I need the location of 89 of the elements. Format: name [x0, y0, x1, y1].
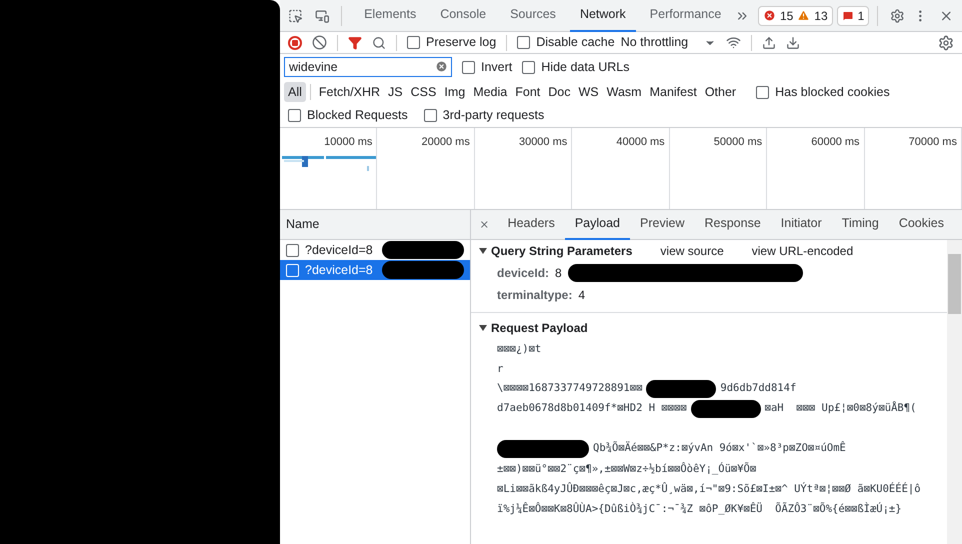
- blocked-cookies-checkbox[interactable]: Has blocked cookies: [756, 82, 890, 102]
- row-checkbox[interactable]: [286, 244, 299, 256]
- request-row[interactable]: ?deviceId=8: [280, 260, 470, 280]
- type-filter[interactable]: JS: [384, 82, 407, 102]
- invert-checkbox[interactable]: Invert: [462, 58, 512, 76]
- device-toolbar-icon[interactable]: [314, 8, 330, 24]
- type-filter[interactable]: Wasm: [602, 82, 646, 102]
- filter-icon[interactable]: [348, 36, 362, 50]
- checkbox[interactable]: [517, 36, 530, 49]
- redaction-mark: [690, 400, 761, 418]
- request-name: ?deviceId=8: [305, 262, 373, 279]
- time-tick-label: 30000 ms: [518, 136, 568, 148]
- filter-field[interactable]: widevine: [284, 57, 452, 77]
- type-filter[interactable]: Manifest: [646, 82, 701, 102]
- payload-line: ⊠aH ⊠⊠⊠ Up£¦⊠0⊠8ý⊠üÅB¶(: [764, 401, 916, 416]
- preserve-log-checkbox[interactable]: Preserve log: [407, 33, 496, 52]
- section-header[interactable]: Query String Parameters: [479, 242, 632, 260]
- throttling-dropdown[interactable]: No throttling: [620, 33, 716, 52]
- type-filter[interactable]: Media: [469, 82, 512, 102]
- time-tick-label: 50000 ms: [714, 136, 762, 148]
- detail-tab[interactable]: Headers: [498, 210, 565, 240]
- param-key: deviceId:: [497, 264, 550, 282]
- detail-tab[interactable]: Cookies: [888, 210, 954, 240]
- search-icon[interactable]: [372, 36, 386, 50]
- warning-icon: [797, 9, 810, 22]
- devtools-tab[interactable]: Elements: [354, 0, 426, 32]
- time-tick-label: 20000 ms: [422, 136, 470, 148]
- type-filter[interactable]: CSS: [406, 82, 440, 102]
- payload-line: ⊠Li⊠⊠ãkß4yJÛÐ⊠⊠⊠êç⊠J⊠c,æç*Û¸wä⊠,í¬"⊠9:Sõ£⊠I±⊠^ UÝtª⊠¦⊠⊠Ø ã⊠KU0ÉÉÉ|ô: [497, 481, 921, 497]
- devtools-tab[interactable]: Console: [430, 0, 496, 32]
- inspect-icon[interactable]: [288, 8, 303, 24]
- redaction-mark: [646, 380, 716, 398]
- detail-tab[interactable]: Response: [694, 210, 771, 240]
- type-filter[interactable]: Font: [511, 82, 544, 102]
- request-row[interactable]: ?deviceId=8: [280, 240, 470, 260]
- param-value: 8: [555, 265, 562, 282]
- type-filter[interactable]: Doc: [544, 82, 574, 102]
- hide-data-urls-checkbox[interactable]: Hide data URLs: [522, 58, 630, 76]
- param-value: 4: [578, 287, 586, 304]
- detail-tab[interactable]: Preview: [630, 210, 694, 240]
- type-filter[interactable]: Other: [700, 82, 740, 102]
- payload-line: ⊠⊠⊠¿)⊠t: [497, 342, 542, 357]
- detail-tab[interactable]: Timing: [832, 210, 889, 240]
- devtools-tab[interactable]: Sources: [500, 0, 566, 32]
- time-tick-label: 40000 ms: [616, 136, 665, 148]
- param-key: terminaltype:: [497, 286, 572, 304]
- type-filter[interactable]: WS: [574, 82, 603, 102]
- checkbox[interactable]: [462, 60, 475, 74]
- record-button[interactable]: [288, 36, 302, 50]
- issues-badge[interactable]: 1: [836, 6, 870, 26]
- error-icon: [762, 9, 776, 22]
- download-icon[interactable]: [786, 36, 800, 50]
- detail-tab[interactable]: Payload: [564, 210, 630, 240]
- issues-counter[interactable]: 15 13: [758, 6, 833, 26]
- upload-icon[interactable]: [762, 36, 776, 50]
- settings-icon[interactable]: [890, 8, 905, 24]
- type-filter[interactable]: All: [284, 82, 306, 102]
- checkbox[interactable]: [522, 60, 536, 74]
- payload-line: 9d6db7dd814f: [720, 381, 796, 396]
- settings-icon[interactable]: [938, 34, 954, 50]
- detail-tab[interactable]: Initiator: [770, 210, 832, 240]
- devtools-tab[interactable]: Performance: [640, 0, 732, 32]
- time-tick-label: 60000 ms: [811, 136, 860, 148]
- section-header[interactable]: Request Payload: [471, 317, 588, 339]
- column-header[interactable]: Name: [280, 210, 470, 240]
- request-filter-checkbox[interactable]: Blocked Requests: [288, 106, 408, 125]
- view-link[interactable]: view URL-encoded: [752, 242, 854, 260]
- devtools-tab[interactable]: Network: [570, 0, 636, 32]
- view-link[interactable]: view source: [660, 242, 724, 260]
- type-filter[interactable]: Img: [440, 82, 470, 102]
- request-filter-checkbox[interactable]: 3rd-party requests: [424, 106, 544, 125]
- time-tick-label: 70000 ms: [908, 136, 957, 148]
- payload-line: ï%j¼Ê⊠Ô⊠⊠K⊠8ÛÙA>{DûßiÒ¾jC¯:¬¯¾Z ⊠ôP_ØK¥⊠ÊÜ ÕÃZÔ3¨⊠Õ%{é⊠⊠ßÌæÚ¡±}: [497, 501, 902, 517]
- message-icon: [842, 10, 854, 22]
- payload-line: ±⊠⊠)⊠⊠ü°⊠⊠2¨ç⊠¶»,±⊠⊠W⊠z÷½bí⊠⊠ÔòêY¡_Óü⊠¥Õ⊠: [497, 461, 756, 477]
- checkbox[interactable]: [288, 109, 301, 122]
- time-tick-label: 10000 ms: [324, 136, 372, 148]
- checkbox[interactable]: [756, 86, 770, 98]
- payload-line: d7aeb0678d8b01409f*⊠HD2 H ⊠⊠⊠⊠: [497, 401, 687, 416]
- disable-cache-checkbox[interactable]: Disable cache: [517, 33, 615, 52]
- payload-line: r: [497, 362, 504, 377]
- type-filter[interactable]: Fetch/XHR: [314, 82, 384, 102]
- request-name: ?deviceId=8: [305, 242, 373, 259]
- payload-line: \⊠⊠⊠⊠1687337749728891⊠⊠: [497, 381, 642, 396]
- checkbox[interactable]: [407, 36, 420, 49]
- payload-line: Qb¾Õ⊠Äé⊠⊠&P*z:⊠ývAn 9ó⊠x'`⊠»8³p⊠ZO⊠¤úOmÊ: [593, 441, 846, 456]
- checkbox[interactable]: [424, 109, 437, 122]
- clear-icon[interactable]: [312, 35, 327, 50]
- network-conditions-icon[interactable]: [726, 35, 742, 50]
